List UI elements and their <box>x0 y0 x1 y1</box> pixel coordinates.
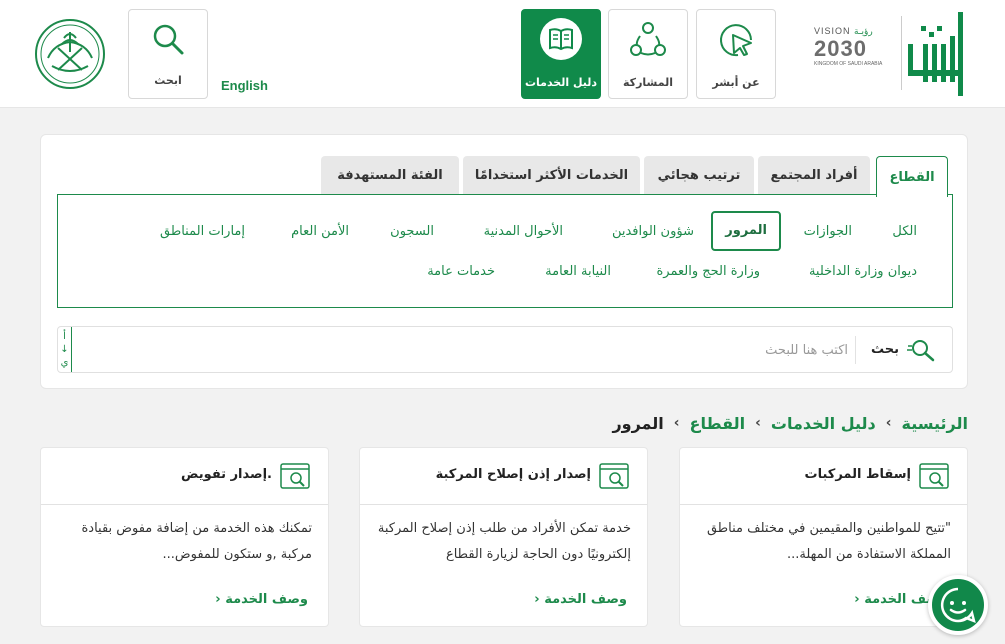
nav-participation-label: المشاركة <box>623 76 673 89</box>
site-header: ابحث English دليل الخدمات المشاركة عن أب… <box>0 0 1005 108</box>
guide-icon-circle <box>540 18 582 60</box>
tab-most-used[interactable]: الخدمات الأكثر استخدامًا <box>463 156 640 194</box>
nav-services-guide-label: دليل الخدمات <box>524 76 598 89</box>
share-network-icon <box>630 22 666 56</box>
tab-alphabetical[interactable]: ترتيب هجائي <box>644 156 754 194</box>
service-description-link[interactable]: وصف الخدمة ‹ <box>215 592 308 607</box>
service-card-description: تمكنك هذه الخدمة من إضافة مفوض بقيادة مر… <box>81 521 312 562</box>
services-filter-panel: القطاع أفراد المجتمع ترتيب هجائي الخدمات… <box>40 134 968 389</box>
breadcrumb-sector[interactable]: القطاع <box>690 414 746 433</box>
nav-participation[interactable]: المشاركة <box>608 9 688 99</box>
support-chat-button[interactable] <box>928 575 988 635</box>
chevron-left-icon: ‹ <box>885 415 892 431</box>
nav-about-absher-label: عن أبشر <box>712 76 760 89</box>
nav-about-absher[interactable]: عن أبشر <box>696 9 776 99</box>
chevron-left-icon: ‹ <box>673 415 680 431</box>
vision-arabic: رؤيـة <box>854 26 873 36</box>
service-card-header: إسقاط المركبات <box>680 448 967 505</box>
breadcrumb-home[interactable]: الرئيسية <box>902 414 969 433</box>
nav-services-guide[interactable]: دليل الخدمات <box>521 9 601 99</box>
category-moi-diwan[interactable]: ديوان وزارة الداخلية <box>809 264 917 280</box>
service-card-header: إصدار إذن إصلاح المركبة <box>360 448 647 505</box>
chevron-left-icon: ‹ <box>755 415 761 431</box>
category-regional-emirates[interactable]: إمارات المناطق <box>160 224 245 240</box>
breadcrumb-services-guide[interactable]: دليل الخدمات <box>771 414 876 433</box>
header-search-button[interactable]: ابحث <box>128 9 208 99</box>
vision-2030-logo: VISION رؤيـة 2030 KINGDOM OF SAUDI ARABI… <box>814 26 896 84</box>
service-card-icon <box>919 463 949 489</box>
category-passports[interactable]: الجوازات <box>804 224 852 240</box>
alphabet-sort-toggle[interactable]: أ ↓ ي <box>58 327 72 372</box>
alpha-top-letter: أ <box>63 331 66 342</box>
vision-year: 2030 <box>814 36 867 61</box>
chevron-left-icon: ‹ <box>534 592 540 607</box>
search-icon <box>153 24 184 55</box>
tab-community-members[interactable]: أفراد المجتمع <box>758 156 870 194</box>
service-search-button-label: بحث <box>870 342 899 357</box>
service-description-link[interactable]: وصف الخدمة ‹ <box>534 592 627 607</box>
category-general-services[interactable]: خدمات عامة <box>427 264 495 280</box>
service-search-icon <box>907 339 935 361</box>
category-hajj-umrah[interactable]: وزارة الحج والعمرة <box>657 264 761 280</box>
category-traffic[interactable]: المرور <box>711 211 781 251</box>
service-card-title: إسقاط المركبات <box>804 467 911 482</box>
sector-categories: الكل الجوازات المرور شؤون الوافدين الأحو… <box>57 194 953 308</box>
category-public-prosecution[interactable]: النيابة العامة <box>545 264 611 280</box>
saudi-emblem-icon <box>35 19 105 89</box>
header-logo-divider <box>901 16 902 90</box>
service-card[interactable]: إسقاط المركبات "تتيح للمواطنين والمقيمين… <box>679 447 968 627</box>
chevron-left-icon: ‹ <box>215 592 221 607</box>
support-chat-icon <box>940 587 976 624</box>
service-card-icon <box>599 463 629 489</box>
tab-target-audience[interactable]: الفئة المستهدفة <box>321 156 459 194</box>
service-search-button[interactable]: بحث <box>856 327 952 372</box>
chevron-left-icon: ‹ <box>854 592 860 607</box>
header-search-label: ابحث <box>154 74 182 87</box>
service-card-title: إصدار تفويض. <box>181 467 272 482</box>
category-civil-affairs[interactable]: الأحوال المدنية <box>484 224 563 240</box>
service-card[interactable]: إصدار إذن إصلاح المركبة خدمة تمكن الأفرا… <box>359 447 648 627</box>
category-expat-affairs[interactable]: شؤون الوافدين <box>612 224 694 240</box>
search-separator <box>855 336 856 364</box>
service-card-icon <box>280 463 310 489</box>
vision-prefix: VISION <box>814 26 851 36</box>
service-description-link-label: وصف الخدمة <box>544 592 627 607</box>
service-card-description: خدمة تمكن الأفراد من طلب إذن إصلاح المرك… <box>377 521 631 562</box>
service-card[interactable]: إصدار تفويض. تمكنك هذه الخدمة من إضافة م… <box>40 447 329 627</box>
absher-logo <box>908 12 963 96</box>
alpha-bottom-letter: ي <box>60 357 69 368</box>
service-card-description: "تتيح للمواطنين والمقيمين في مختلف مناطق… <box>706 521 951 562</box>
book-icon <box>549 28 573 51</box>
alpha-arrow-icon: ↓ <box>60 344 69 355</box>
service-description-link-label: وصف الخدمة <box>225 592 308 607</box>
tab-sector[interactable]: القطاع <box>876 156 948 197</box>
breadcrumb: الرئيسية ‹ دليل الخدمات ‹ القطاع ‹ المرو… <box>612 410 968 436</box>
category-all[interactable]: الكل <box>892 224 917 240</box>
english-language-link[interactable]: English <box>221 78 268 93</box>
category-prisons[interactable]: السجون <box>390 224 434 240</box>
service-search-input[interactable] <box>88 335 848 365</box>
breadcrumb-current: المرور <box>612 413 664 433</box>
service-search-bar: بحث أ ↓ ي <box>57 326 953 373</box>
category-public-security[interactable]: الأمن العام <box>291 224 349 240</box>
service-card-header: إصدار تفويض. <box>41 448 328 505</box>
vision-kingdom: KINGDOM OF SAUDI ARABIA <box>814 61 883 67</box>
cursor-click-icon <box>720 24 752 57</box>
service-card-title: إصدار إذن إصلاح المركبة <box>435 467 591 482</box>
